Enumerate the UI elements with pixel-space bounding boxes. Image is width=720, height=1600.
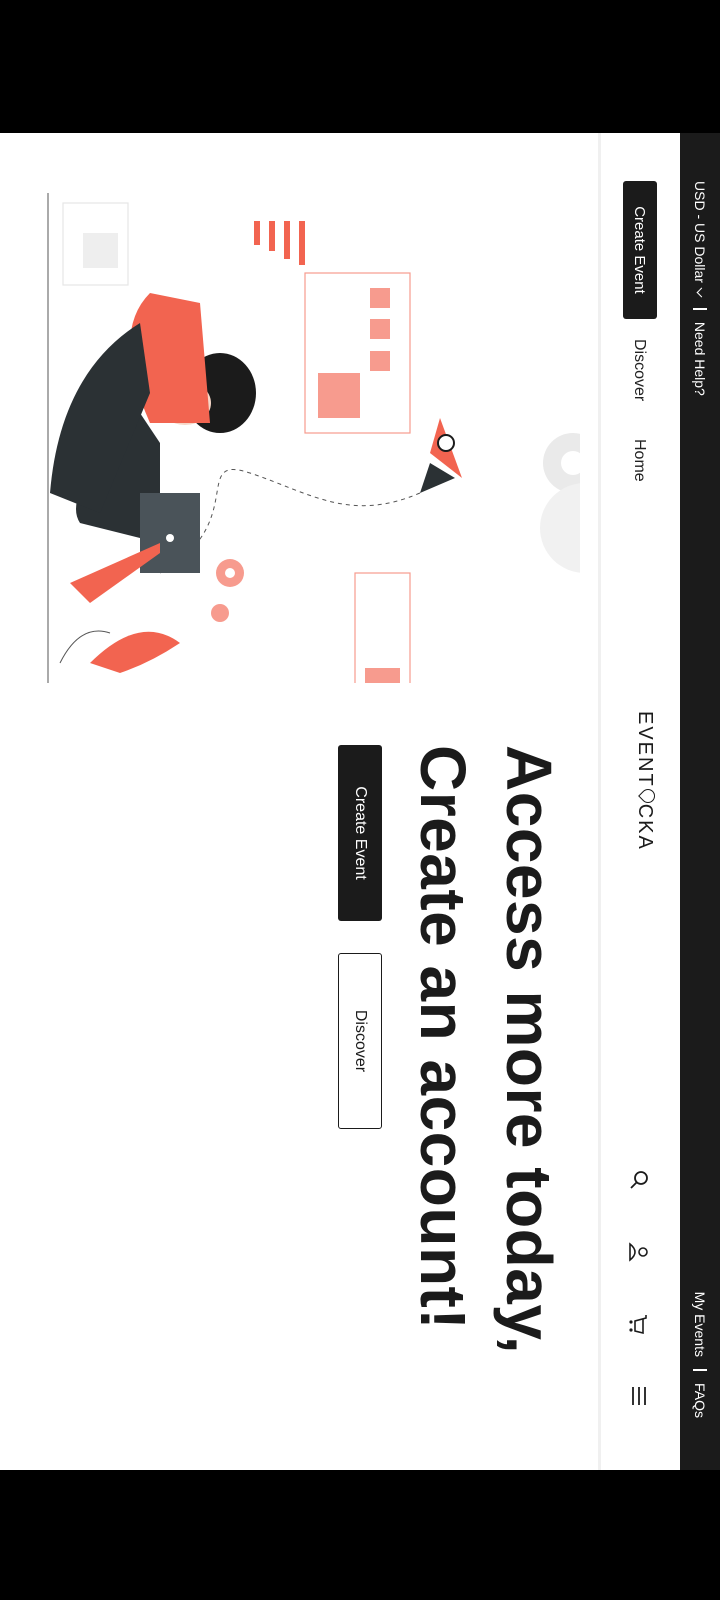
search-icon[interactable] (628, 1169, 650, 1191)
hero-line-2: Create an account! (407, 745, 479, 1331)
need-help-link[interactable]: Need Help? (692, 322, 708, 396)
user-icon[interactable] (628, 1241, 650, 1263)
hero-headline: Access more today, Create an account! (400, 745, 572, 1445)
person-illustration (50, 293, 256, 603)
hero-line-1: Access more today, (493, 745, 565, 1354)
currency-label: USD - US Dollar (692, 181, 708, 283)
utility-right: My Events FAQs (692, 1292, 708, 1418)
main-nav: Create Event Discover Home EVENT CKA (598, 133, 680, 1470)
location-pin-icon (638, 785, 658, 806)
navigation-bar (0, 1470, 720, 1600)
browser-viewport: USD - US Dollar Need Help? My Events FAQ… (0, 133, 720, 1470)
hero-discover-button[interactable]: Discover (338, 953, 382, 1129)
clock-graphic (540, 483, 580, 573)
my-events-link[interactable]: My Events (692, 1292, 708, 1357)
hero-illustration (47, 193, 580, 683)
nav-create-event-button[interactable]: Create Event (623, 181, 657, 319)
rotated-page: USD - US Dollar Need Help? My Events FAQ… (0, 133, 720, 1470)
site-logo[interactable]: EVENT CKA (633, 711, 658, 851)
rocket-icon (420, 418, 462, 493)
menu-icon[interactable] (628, 1385, 650, 1407)
hero-create-event-button[interactable]: Create Event (338, 745, 382, 921)
utility-left: USD - US Dollar Need Help? (692, 181, 708, 396)
gear-icon (543, 433, 580, 493)
nav-home-link[interactable]: Home (630, 439, 648, 482)
faqs-link[interactable]: FAQs (692, 1383, 708, 1418)
chevron-down-icon (696, 287, 707, 298)
divider (693, 307, 707, 310)
utility-bar: USD - US Dollar Need Help? My Events FAQ… (680, 133, 720, 1470)
cart-icon[interactable] (628, 1313, 650, 1335)
nav-discover-link[interactable]: Discover (630, 339, 648, 401)
currency-selector[interactable]: USD - US Dollar (692, 181, 708, 298)
logo-text-left: EVENT (634, 711, 656, 788)
logo-text-right: CKA (634, 803, 656, 851)
status-bar (0, 0, 720, 133)
divider (693, 1368, 707, 1371)
